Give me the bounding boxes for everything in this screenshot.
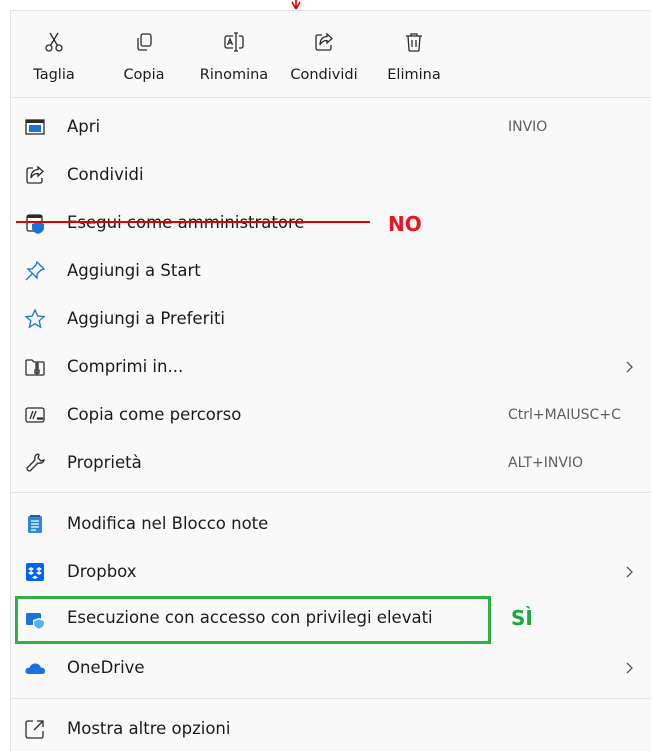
menu-item-label: Apri [67, 117, 101, 136]
menu-item-label: Dropbox [67, 562, 137, 581]
chevron-right-icon [626, 566, 633, 578]
menu-item-edit-notepad[interactable]: Modifica nel Blocco note [10, 502, 651, 546]
menu-item-label: Condividi [67, 165, 144, 184]
chevron-right-icon [626, 361, 633, 373]
share-icon [26, 165, 44, 184]
toolbar-separator [10, 97, 651, 98]
dropbox-icon [26, 563, 44, 581]
rename-icon [224, 32, 244, 52]
menu-item-label: Mostra altre opzioni [67, 719, 231, 738]
menu-item-copy-as-path[interactable]: Copia come percorso Ctrl+MAIUSC+C [10, 393, 651, 437]
menu-item-label: OneDrive [67, 658, 145, 677]
copy-label: Copia [123, 67, 165, 83]
cut-label: Taglia [33, 67, 75, 83]
pin-icon [25, 260, 46, 281]
menu-item-label: Aggiungi a Preferiti [67, 309, 226, 328]
menu-item-label: Aggiungi a Start [67, 261, 201, 280]
cloud-icon [25, 663, 45, 674]
menu-item-label: Modifica nel Blocco note [67, 514, 269, 533]
menu-item-run-as-admin[interactable]: Esegui come amministratore [10, 201, 651, 245]
menu-separator [10, 698, 651, 699]
menu-item-add-to-favorites[interactable]: Aggiungi a Preferiti [10, 297, 651, 341]
window-icon [25, 119, 45, 135]
menu-item-label: Comprimi in... [67, 357, 184, 376]
cut-button[interactable]: Taglia [9, 13, 99, 93]
menu-separator [10, 492, 651, 493]
zip-folder-icon [25, 359, 45, 376]
shortcut-label: ALT+INVIO [508, 455, 584, 471]
rename-button[interactable]: Rinomina [189, 13, 279, 93]
menu-item-label: Proprietà [67, 453, 142, 472]
annotation-no-label: NO [388, 212, 422, 236]
menu-item-pin-to-start[interactable]: Aggiungi a Start [10, 249, 651, 293]
copy-button[interactable]: Copia [99, 13, 189, 93]
annotation-arrow-icon [291, 0, 301, 10]
delete-button[interactable]: Elimina [369, 13, 459, 93]
shield-icon [26, 214, 44, 234]
menu-item-compress[interactable]: Comprimi in... [10, 345, 651, 389]
path-icon [25, 407, 45, 423]
more-options-icon [25, 720, 44, 739]
menu-item-show-more-options[interactable]: Mostra altre opzioni [10, 707, 651, 751]
menu-item-open[interactable]: Apri INVIO [10, 105, 651, 149]
star-icon [24, 308, 46, 329]
chevron-right-icon [626, 662, 633, 674]
delete-label: Elimina [387, 67, 441, 83]
shortcut-label: Ctrl+MAIUSC+C [508, 407, 621, 423]
menu-item-onedrive[interactable]: OneDrive [10, 646, 651, 690]
wrench-icon [26, 453, 45, 472]
strikethrough-annotation [16, 221, 370, 223]
notepad-icon [28, 515, 42, 533]
trash-icon [406, 33, 422, 52]
menu-item-label: Copia come percorso [67, 405, 242, 424]
share-button[interactable]: Condividi [279, 13, 369, 93]
highlight-box-annotation [15, 596, 491, 644]
menu-item-dropbox[interactable]: Dropbox [10, 550, 651, 594]
menu-item-properties[interactable]: Proprietà ALT+INVIO [10, 441, 651, 485]
shortcut-label: INVIO [508, 119, 548, 135]
menu-item-share[interactable]: Condividi [10, 153, 651, 197]
copy-icon [137, 33, 152, 51]
share-icon [315, 32, 333, 51]
scissors-icon [45, 32, 63, 52]
share-label: Condividi [290, 67, 358, 83]
annotation-si-label: SÌ [511, 606, 533, 630]
rename-label: Rinomina [199, 67, 269, 83]
